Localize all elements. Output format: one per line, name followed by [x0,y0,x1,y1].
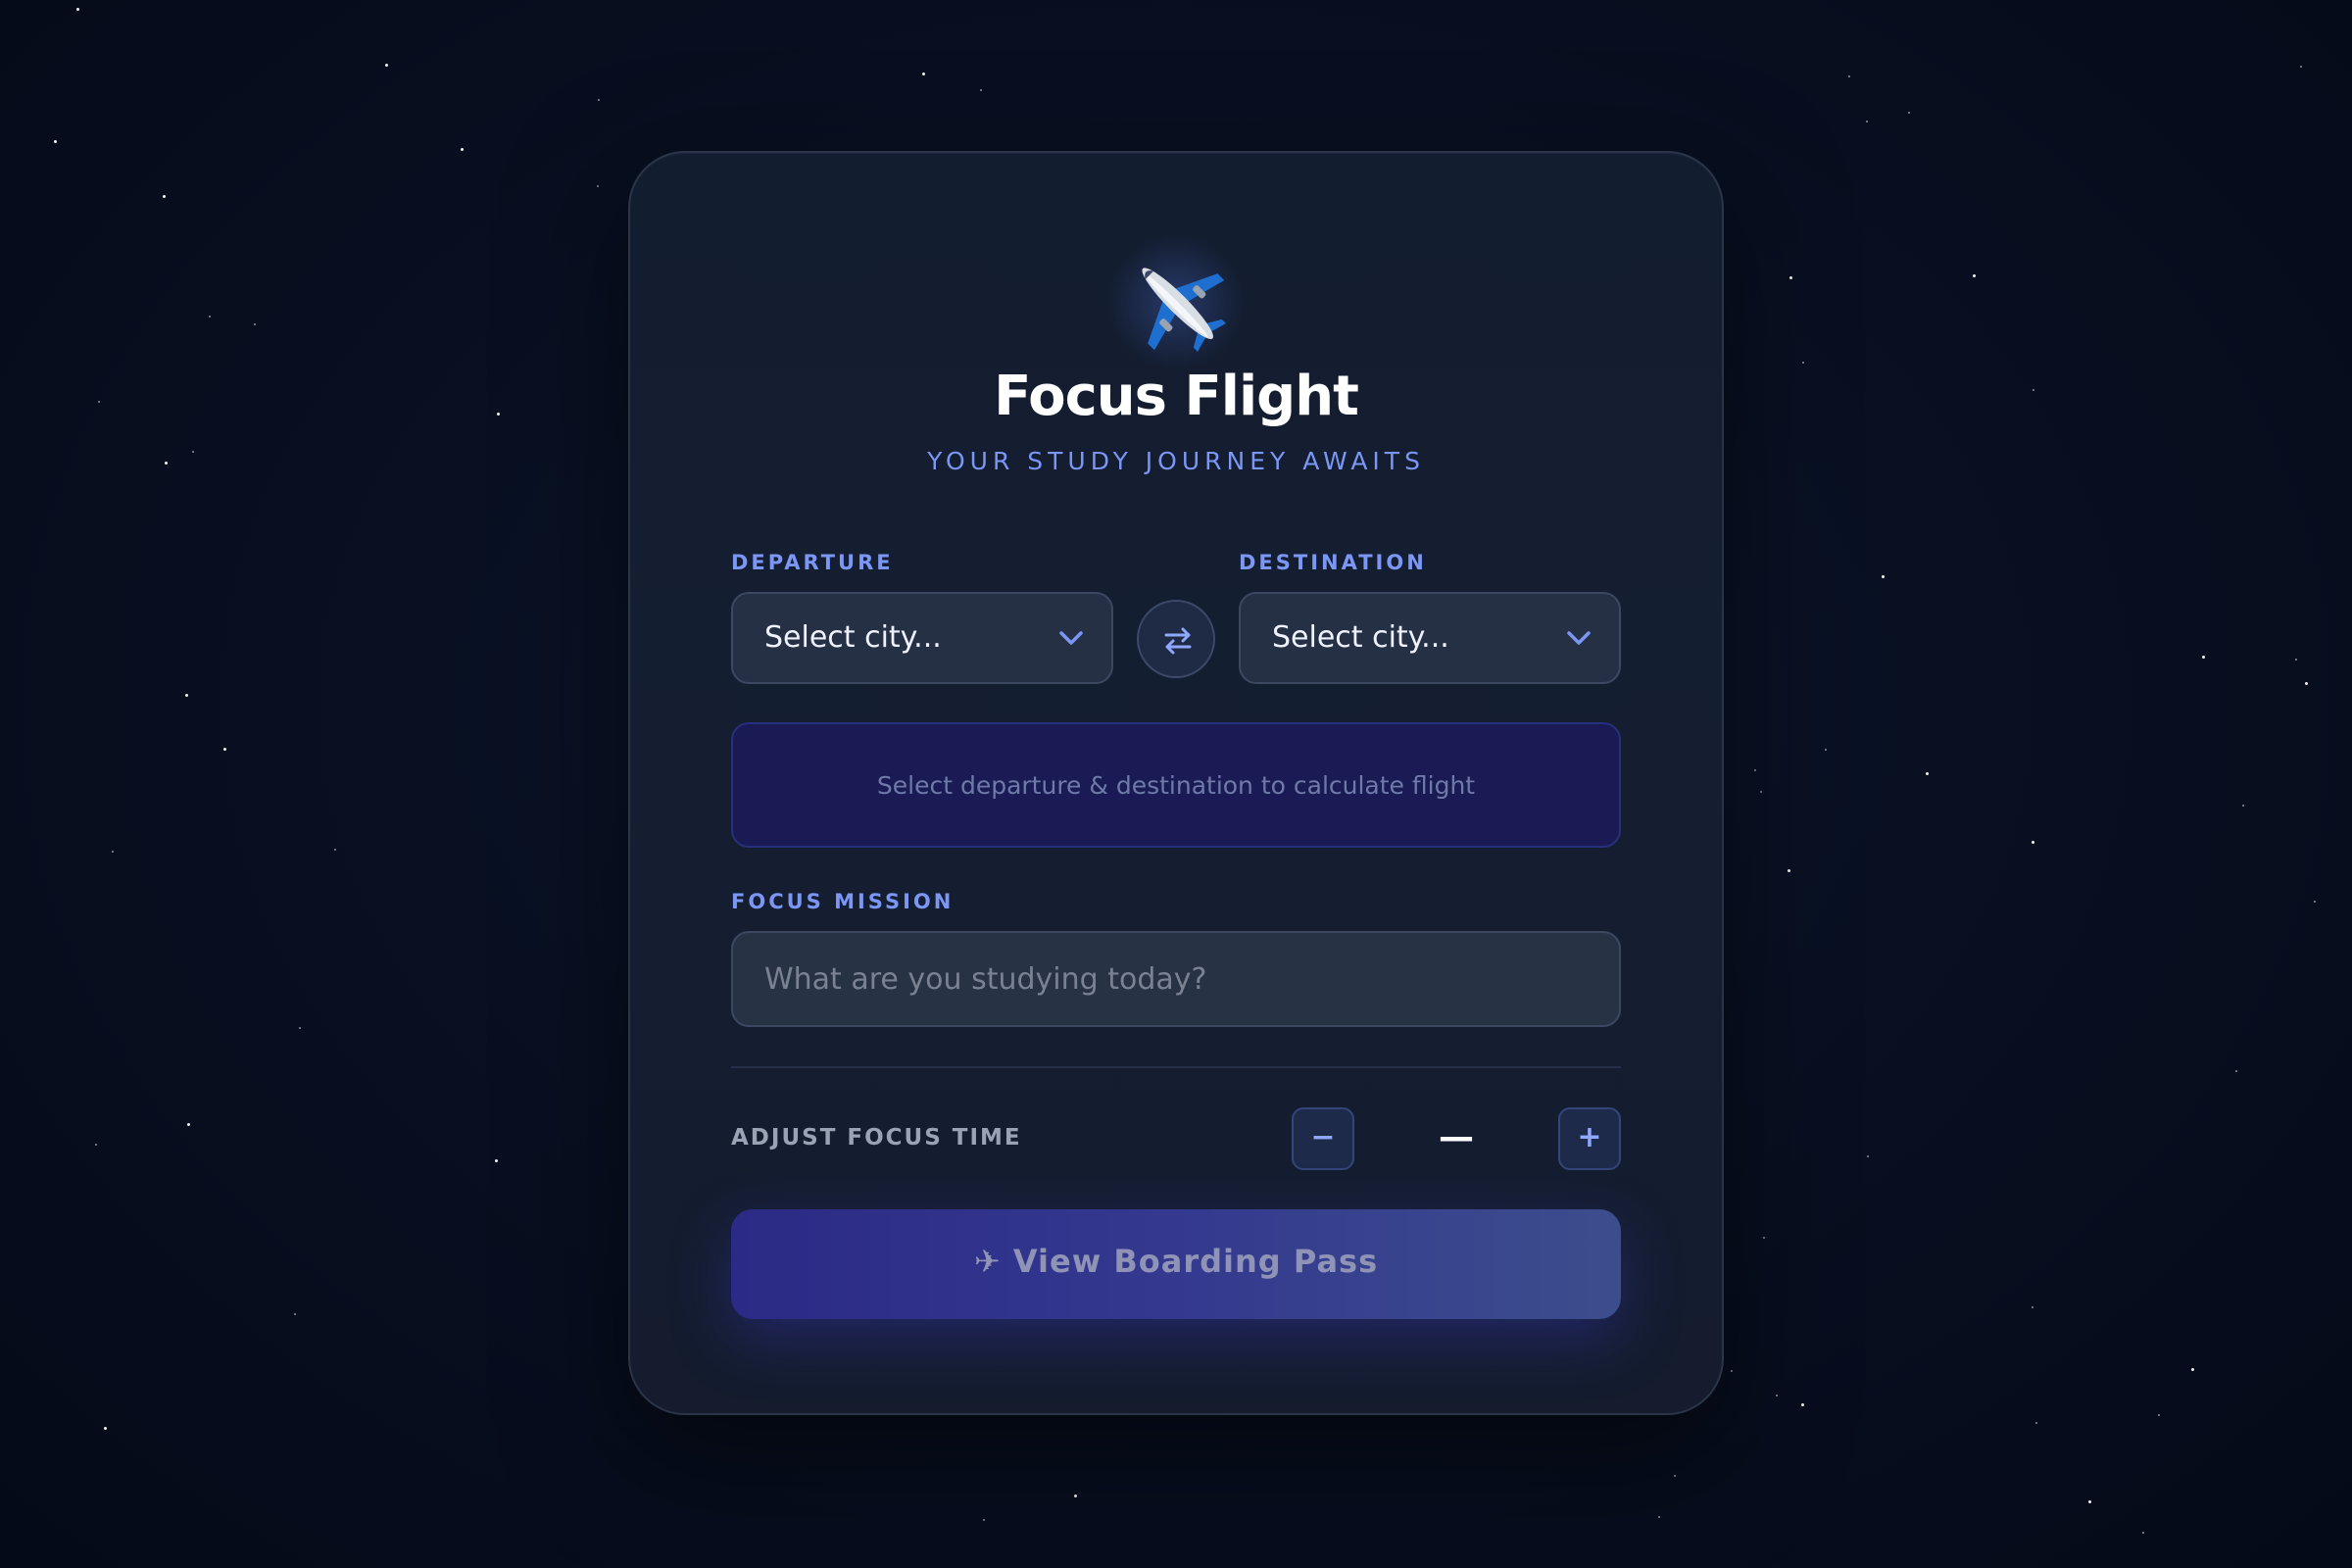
flight-info-message: Select departure & destination to calcul… [876,771,1476,800]
star [2142,1532,2144,1534]
star [299,1027,301,1029]
star [983,1519,985,1521]
star [1760,791,1762,793]
star [185,694,188,697]
destination-select[interactable]: Select city... [1239,592,1621,684]
star [112,851,114,853]
star [2033,389,2034,391]
star [495,1159,498,1162]
star [2032,1306,2034,1308]
star [2191,1368,2194,1371]
star [104,1427,107,1430]
adjust-focus-time-label: ADJUST FOCUS TIME [731,1125,1022,1151]
star [2295,659,2297,661]
star [1801,1403,1804,1406]
star [76,8,79,11]
destination-select-value: Select city... [1272,620,1449,655]
star [1973,274,1976,277]
star [163,195,166,198]
departure-select[interactable]: Select city... [731,592,1113,684]
star [254,323,256,325]
star [1867,1155,1869,1157]
star [294,1313,296,1315]
star [1802,362,1804,364]
flight-info-box: Select departure & destination to calcul… [731,722,1621,848]
airplane-icon [1142,268,1226,352]
destination-label: DESTINATION [1239,551,1427,574]
star [1848,75,1850,77]
star [2314,901,2316,903]
divider [731,1066,1621,1068]
star [2300,66,2302,68]
view-boarding-pass-button[interactable]: ✈ View Boarding Pass [731,1209,1621,1319]
star [334,849,336,851]
star [1776,1395,1778,1396]
star [2242,805,2244,807]
star [1908,112,1910,114]
star [1825,749,1827,751]
star [2305,682,2308,685]
star [1788,869,1790,872]
swap-cities-button[interactable] [1137,600,1215,678]
star [223,748,226,751]
focus-mission-input[interactable] [731,931,1621,1027]
chevron-down-icon [1059,631,1083,645]
star [1926,772,1929,775]
swap-arrows-icon [1164,627,1192,655]
star [2235,1070,2237,1072]
star [2035,1422,2037,1424]
decrease-time-button[interactable]: − [1292,1107,1354,1170]
star [1658,1516,1660,1518]
star [1674,1475,1676,1477]
focus-mission-label: FOCUS MISSION [731,890,955,913]
star [922,73,925,75]
app-title: Focus Flight [994,365,1359,428]
star [165,462,168,465]
star [187,1123,190,1126]
focus-time-value: — [1439,1117,1474,1157]
star [1866,121,1868,122]
star [1754,769,1756,771]
app-subtitle: YOUR STUDY JOURNEY AWAITS [927,447,1425,475]
star [2088,1500,2091,1503]
star [1789,276,1792,279]
star [980,89,982,91]
star [98,401,100,403]
star [461,148,464,151]
chevron-down-icon [1567,631,1591,645]
departure-label: DEPARTURE [731,551,894,574]
star [1763,1237,1765,1239]
star [385,64,388,67]
star [1074,1494,1077,1497]
star [497,413,500,416]
view-boarding-pass-label: ✈ View Boarding Pass [973,1243,1379,1280]
departure-select-value: Select city... [764,620,942,655]
star [2202,656,2205,659]
star [598,99,600,101]
star [95,1144,97,1146]
star [2032,841,2034,844]
star [1731,1370,1733,1372]
star [1882,575,1885,578]
star [209,316,211,318]
star [2158,1414,2160,1416]
star [597,185,599,187]
star [192,451,194,453]
star [54,140,57,143]
increase-time-button[interactable]: + [1558,1107,1621,1170]
